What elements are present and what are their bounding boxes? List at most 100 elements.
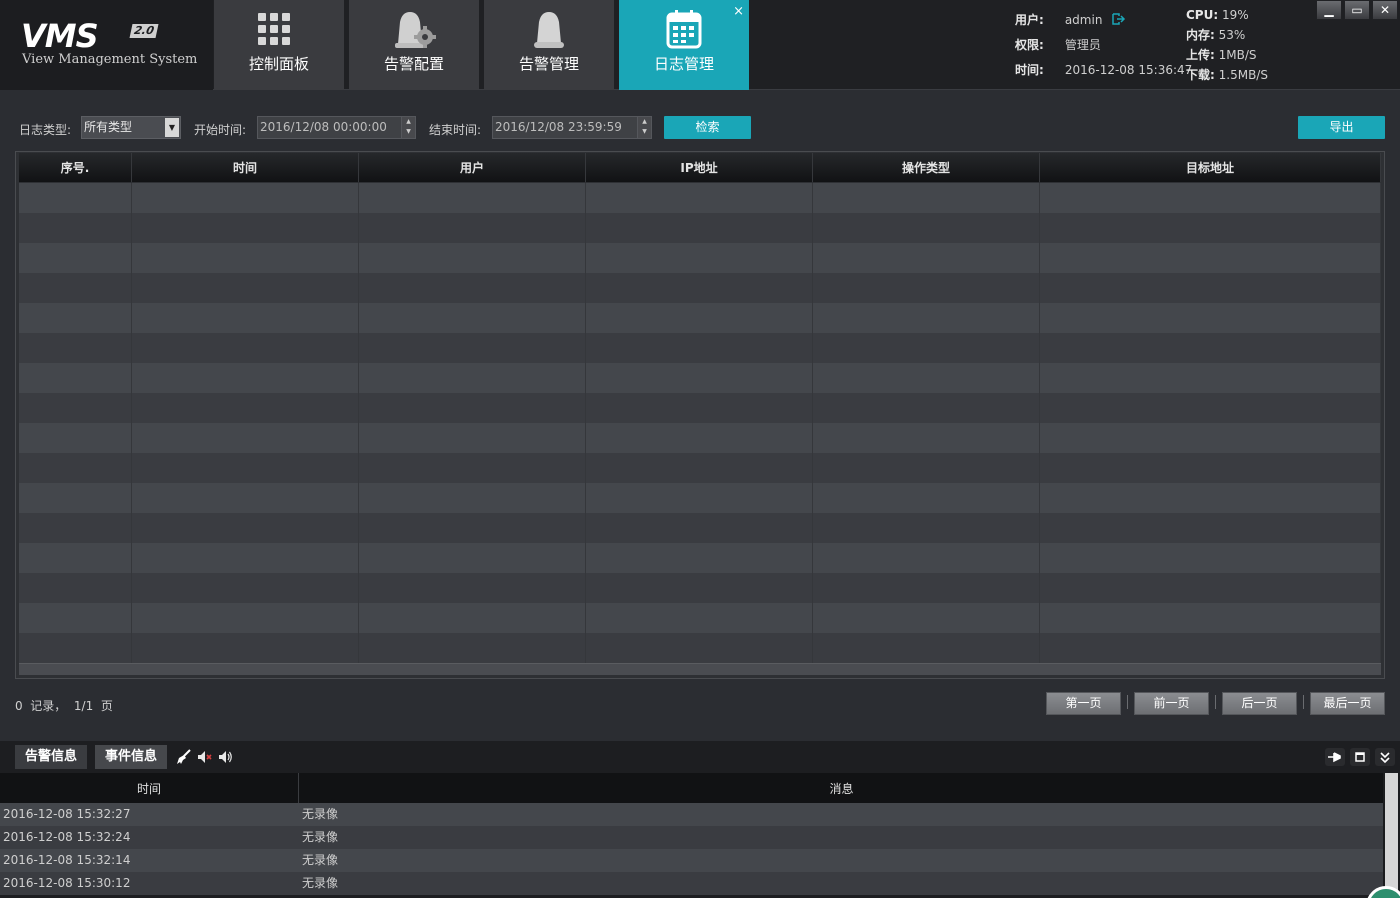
start-time-value: 2016/12/08 00:00:00 [260,120,387,134]
spin-arrows-icon[interactable]: ▲ ▼ [637,117,651,138]
tab-alarm-management[interactable]: 告警管理 [484,0,614,90]
maximize-button[interactable]: ▭ [1344,0,1370,20]
end-time-value: 2016/12/08 23:59:59 [495,120,622,134]
tab-alarm-config[interactable]: 告警配置 [349,0,479,90]
vertical-scrollbar[interactable] [1383,773,1400,898]
download-label: 下载: [1186,68,1215,82]
start-time-input[interactable]: 2016/12/08 00:00:00 ▲ ▼ [257,116,416,139]
table-row[interactable] [19,273,1381,303]
table-cell [586,483,813,513]
table-cell [19,243,132,273]
close-button[interactable]: ✕ [1372,0,1398,20]
log-column-header[interactable]: 序号. [19,153,132,182]
table-cell [359,243,586,273]
log-table: 序号. 时间 用户 IP地址 操作类型 目标地址 [15,151,1385,679]
table-row[interactable] [19,543,1381,573]
event-row[interactable]: 2016-12-08 15:30:12 无录像 [0,872,1383,895]
table-cell [586,213,813,243]
table-cell [1040,363,1381,393]
end-time-input[interactable]: 2016/12/08 23:59:59 ▲ ▼ [492,116,652,139]
horizontal-scrollbar[interactable] [19,663,1381,675]
tab-log-management[interactable]: 日志管理 × [619,0,749,90]
tab-label: 控制面板 [248,55,309,73]
table-cell [19,483,132,513]
table-cell [813,243,1040,273]
table-cell [813,453,1040,483]
event-time: 2016-12-08 15:30:12 [3,876,131,890]
logout-icon[interactable] [1112,13,1126,25]
tab-label: 告警配置 [383,55,444,73]
table-cell [19,333,132,363]
table-row[interactable] [19,573,1381,603]
minimize-button[interactable]: ▁ [1316,0,1342,20]
table-row[interactable] [19,603,1381,633]
table-cell [813,573,1040,603]
table-row[interactable] [19,423,1381,453]
search-button[interactable]: 检索 [664,116,751,139]
table-row[interactable] [19,303,1381,333]
download-row: 下载: 1.5MB/S [1186,66,1268,86]
pager-divider [1127,695,1128,709]
event-row[interactable]: 2016-12-08 15:32:14 无录像 [0,849,1383,872]
table-row[interactable] [19,393,1381,423]
first-page-button[interactable]: 第一页 [1046,692,1121,715]
table-cell [359,183,586,213]
table-cell [1040,333,1381,363]
table-cell [813,423,1040,453]
alarm-bell-icon [534,12,564,48]
restore-icon[interactable] [1350,748,1370,766]
table-cell [359,303,586,333]
table-row[interactable] [19,213,1381,243]
log-column-header[interactable]: 操作类型 [813,153,1040,182]
table-cell [132,603,359,633]
event-row[interactable]: 2016-12-08 15:32:27 无录像 [0,803,1383,826]
broom-icon[interactable] [176,749,192,765]
table-cell [19,573,132,603]
table-cell [813,393,1040,423]
table-cell [359,573,586,603]
table-row[interactable] [19,243,1381,273]
tab-label: 告警管理 [518,55,579,73]
table-cell [132,633,359,663]
tab-event-info[interactable]: 事件信息 [95,745,168,769]
next-page-button[interactable]: 后一页 [1222,692,1297,715]
table-cell [132,213,359,243]
speaker-icon[interactable] [217,749,233,765]
table-cell [813,603,1040,633]
table-row[interactable] [19,633,1381,663]
table-cell [19,363,132,393]
tab-alarm-info[interactable]: 告警信息 [15,745,88,769]
chevron-down-icon[interactable]: ▼ [165,118,179,137]
log-type-select[interactable]: 所有类型 ▼ [81,116,181,139]
log-column-header[interactable]: 用户 [359,153,586,182]
table-cell [586,453,813,483]
table-cell [132,513,359,543]
event-time: 2016-12-08 15:32:24 [3,830,131,844]
table-row[interactable] [19,363,1381,393]
mute-icon[interactable] [196,749,212,765]
table-row[interactable] [19,183,1381,213]
table-row[interactable] [19,483,1381,513]
table-row[interactable] [19,453,1381,483]
log-column-header[interactable]: 时间 [132,153,359,182]
log-column-header[interactable]: 目标地址 [1040,153,1381,182]
table-row[interactable] [19,333,1381,363]
table-cell [586,333,813,363]
scrollbar-thumb[interactable] [1385,773,1398,898]
log-column-header[interactable]: IP地址 [586,153,813,182]
table-row[interactable] [19,513,1381,543]
spin-arrows-icon[interactable]: ▲ ▼ [401,117,415,138]
table-cell [1040,303,1381,333]
table-cell [359,273,586,303]
tab-control-panel[interactable]: 控制面板 [214,0,344,90]
export-button[interactable]: 导出 [1298,116,1385,139]
table-cell [586,573,813,603]
table-cell [1040,423,1381,453]
event-row[interactable]: 2016-12-08 15:32:24 无录像 [0,826,1383,849]
last-page-button[interactable]: 最后一页 [1310,692,1385,715]
previous-page-button[interactable]: 前一页 [1134,692,1209,715]
pin-icon[interactable] [1325,748,1345,766]
memory-value: 53% [1218,28,1246,42]
collapse-icon[interactable] [1375,748,1395,766]
tab-close-icon[interactable]: × [733,4,744,19]
